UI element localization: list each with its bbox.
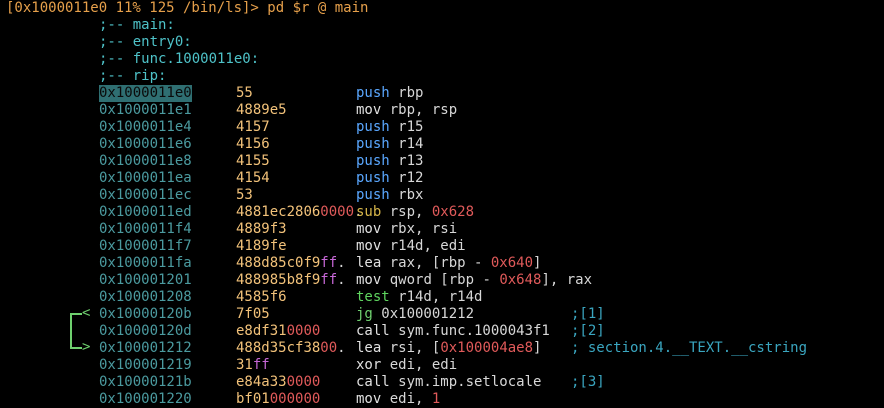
row-instruction: push r13: [356, 153, 424, 169]
jump-arrow-top: [70, 313, 82, 315]
row-comment: ;[1]: [571, 306, 605, 322]
row-address[interactable]: 0x1000011f4: [99, 221, 192, 238]
row-opcode-bytes: 4189fe: [236, 238, 287, 254]
row-address[interactable]: 0x1000011e6: [99, 136, 192, 153]
row-opcode-bytes: 4155: [236, 153, 270, 169]
row-address[interactable]: 0x10000120d: [99, 323, 192, 340]
row-instruction: mov rbp, rsp: [356, 102, 458, 118]
row-address[interactable]: 0x1000011ea: [99, 170, 192, 187]
disasm-row[interactable]: 0x1000011f7 4189fe mov r14d, edi: [0, 238, 884, 255]
row-instruction: push r12: [356, 170, 424, 186]
row-opcode-bytes: 7f05: [236, 306, 270, 322]
disasm-row[interactable]: 0x1000011fa 488d85c0f9ff. lea rax, [rbp - …: [0, 255, 884, 272]
row-instruction: lea rsi, [0x100004ae8]: [356, 340, 542, 356]
disasm-row[interactable]: 0x10000120b 7f05 jg 0x100001212 ;[1]: [0, 306, 884, 323]
row-instruction: push rbp: [356, 85, 424, 101]
row-address[interactable]: 0x1000011ed: [99, 204, 192, 221]
disasm-row[interactable]: 0x100001220 bf01000000 mov edi, 1: [0, 391, 884, 408]
disasm-row[interactable]: 0x100001208 4585f6 test r14d, r14d: [0, 289, 884, 306]
row-instruction: mov rbx, rsi: [356, 221, 458, 237]
jump-arrow-line: [70, 314, 72, 348]
label-main: ;-- main:: [99, 17, 175, 33]
row-address[interactable]: 0x100001220: [99, 391, 192, 408]
row-opcode-bytes: 4585f6: [236, 289, 287, 305]
row-opcode-bytes: 31ff: [236, 357, 270, 373]
row-address[interactable]: 0x100001219: [99, 357, 192, 374]
disasm-row[interactable]: 0x1000011e4 4157 push r15: [0, 119, 884, 136]
label-func: ;-- func.1000011e0:: [99, 51, 260, 67]
disasm-row[interactable]: 0x1000011e0 55 push rbp: [0, 85, 884, 102]
row-opcode-bytes: e84a330000: [236, 374, 321, 390]
row-opcode-bytes: 4157: [236, 119, 270, 135]
row-instruction: push r15: [356, 119, 424, 135]
row-comment: ; section.4.__TEXT.__cstring: [571, 340, 808, 356]
row-opcode-bytes: e8df310000: [236, 323, 321, 339]
row-opcode-bytes: 4889f3: [236, 221, 287, 237]
disasm-row[interactable]: 0x1000011f4 4889f3 mov rbx, rsi: [0, 221, 884, 238]
disasm-row[interactable]: 0x1000011e6 4156 push r14: [0, 136, 884, 153]
command-prompt: [0x1000011e0 11% 125 /bin/ls]> pd $r @ m…: [6, 0, 369, 16]
row-opcode-bytes: 488d35cf3800.: [236, 340, 346, 356]
disasm-row[interactable]: 0x1000011ea 4154 push r12: [0, 170, 884, 187]
row-address[interactable]: 0x100001201: [99, 272, 192, 289]
disasm-row[interactable]: 0x1000011ec 53 push rbx: [0, 187, 884, 204]
row-instruction: call sym.imp.setlocale: [356, 374, 542, 390]
jump-arrow-bottom: [70, 347, 82, 349]
row-opcode-bytes: 4889e5: [236, 102, 287, 118]
disasm-row[interactable]: 0x10000120d e8df310000 call sym.func.10000…: [0, 323, 884, 340]
row-comment: ;[3]: [571, 374, 605, 390]
row-address[interactable]: 0x10000120b: [99, 306, 192, 323]
jump-arrow-target: >: [82, 339, 91, 355]
jump-arrow-source: <: [82, 305, 91, 321]
row-opcode-bytes: 4156: [236, 136, 270, 152]
row-instruction: mov r14d, edi: [356, 238, 466, 254]
row-address[interactable]: 0x10000121b: [99, 374, 192, 391]
row-opcode-bytes: 488d85c0f9ff.: [236, 255, 346, 271]
row-instruction: push rbx: [356, 187, 424, 203]
row-address[interactable]: 0x1000011e4: [99, 119, 192, 136]
row-instruction: sub rsp, 0x628: [356, 204, 475, 220]
row-instruction: call sym.func.1000043f1: [356, 323, 550, 339]
row-address[interactable]: 0x100001212: [99, 340, 192, 357]
disasm-row[interactable]: 0x1000011ed 4881ec28060000. sub rsp, 0x628: [0, 204, 884, 221]
row-instruction: push r14: [356, 136, 424, 152]
disasm-row[interactable]: 0x1000011e8 4155 push r13: [0, 153, 884, 170]
disasm-row[interactable]: 0x1000011e1 4889e5 mov rbp, rsp: [0, 102, 884, 119]
row-comment: ;[2]: [571, 323, 605, 339]
label-rip: ;-- rip:: [99, 68, 167, 84]
row-opcode-bytes: 55: [236, 85, 253, 101]
disasm-row[interactable]: 0x100001212 488d35cf3800. lea rsi, [0x1000…: [0, 340, 884, 357]
row-address[interactable]: 0x1000011fa: [99, 255, 192, 272]
row-instruction: xor edi, edi: [356, 357, 458, 373]
row-opcode-bytes: bf01000000: [236, 391, 321, 407]
row-address[interactable]: 0x1000011e1: [99, 102, 192, 119]
disasm-row[interactable]: 0x10000121b e84a330000 call sym.imp.setloc…: [0, 374, 884, 391]
row-address[interactable]: 0x1000011ec: [99, 187, 192, 204]
row-instruction: jg 0x100001212: [356, 306, 475, 322]
label-entry0: ;-- entry0:: [99, 34, 192, 50]
row-instruction: mov qword [rbp - 0x648], rax: [356, 272, 593, 288]
row-address[interactable]: 0x1000011f7: [99, 238, 192, 255]
row-instruction: mov edi, 1: [356, 391, 441, 407]
disasm-row[interactable]: 0x100001219 31ff xor edi, edi: [0, 357, 884, 374]
row-opcode-bytes: 4154: [236, 170, 270, 186]
disasm-row[interactable]: 0x100001201 488985b8f9ff. mov qword [rbp -…: [0, 272, 884, 289]
row-address[interactable]: 0x1000011e0: [99, 85, 192, 102]
row-address[interactable]: 0x1000011e8: [99, 153, 192, 170]
row-instruction: test r14d, r14d: [356, 289, 483, 305]
row-instruction: lea rax, [rbp - 0x640]: [356, 255, 542, 271]
row-opcode-bytes: 4881ec28060000.: [236, 204, 363, 220]
row-address[interactable]: 0x100001208: [99, 289, 192, 306]
terminal-window[interactable]: [0x1000011e0 11% 125 /bin/ls]> pd $r @ m…: [0, 0, 884, 408]
row-opcode-bytes: 488985b8f9ff.: [236, 272, 346, 288]
row-opcode-bytes: 53: [236, 187, 253, 203]
